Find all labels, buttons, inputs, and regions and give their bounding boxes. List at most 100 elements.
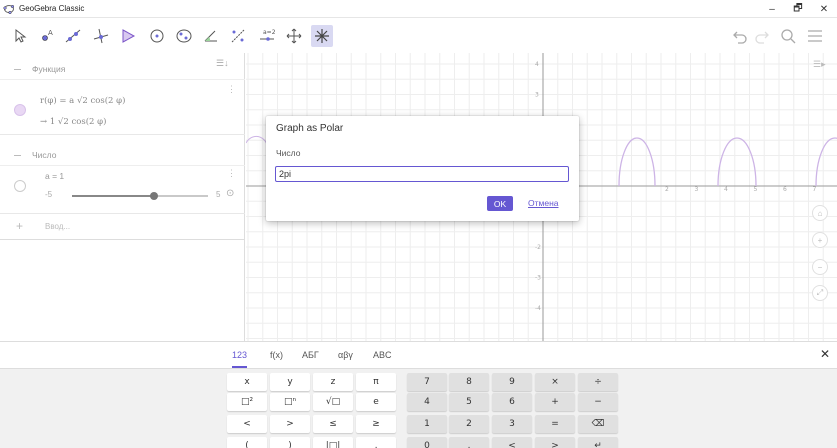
circle-tool-icon[interactable] [146,25,168,47]
keyboard-key[interactable]: ≤ [313,415,353,433]
keyboard-key[interactable]: 1 [407,415,447,433]
line-tool-icon[interactable] [62,25,84,47]
keyboard-key[interactable]: ↵ [578,437,618,448]
sort-icon[interactable]: ☰↓ [216,58,229,69]
polygon-tool-icon[interactable] [117,25,139,47]
keyboard-key[interactable]: 8 [449,373,489,391]
keyboard-key[interactable]: π [356,373,396,391]
cancel-button[interactable]: Отмена [528,198,559,208]
reflect-tool-icon[interactable] [227,25,249,47]
keyboard-key[interactable]: ⌫ [578,415,618,433]
tab-functions[interactable]: f(x) [270,350,283,360]
window-title: GeoGebra Classic [19,4,85,13]
redo-icon[interactable] [751,25,773,47]
section-header-function[interactable]: Функция [0,60,245,80]
keyboard-key[interactable]: + [535,393,575,411]
keyboard-key[interactable]: 9 [492,373,532,391]
keyboard-key[interactable]: 3 [492,415,532,433]
keyboard-key[interactable]: = [535,415,575,433]
move-view-tool-icon[interactable] [283,25,305,47]
ok-button[interactable]: OK [487,196,513,211]
polar-curve-petal [717,137,757,187]
slider-label[interactable]: a = 1 [45,171,64,181]
home-icon[interactable]: ⌂ [812,205,828,221]
keyboard-key[interactable]: 0 [407,437,447,448]
keyboard-key[interactable]: x [227,373,267,391]
menu-icon[interactable] [804,25,826,47]
keyboard-key[interactable]: √□ [313,393,353,411]
keyboard-key[interactable]: 7 [407,373,447,391]
maximize-button[interactable]: 🗗 [785,0,811,18]
keyboard-key[interactable]: 4 [407,393,447,411]
angle-tool-icon[interactable] [200,25,222,47]
polar-curve-petal [618,137,656,187]
slider-fill [72,195,154,197]
undo-icon[interactable] [729,25,751,47]
custom-tool-icon[interactable] [311,25,333,47]
tab-cyrillic[interactable]: АБГ [302,350,319,360]
zoom-out-icon[interactable]: − [812,259,828,275]
keyboard-key[interactable]: 6 [492,393,532,411]
close-keyboard-icon[interactable]: ✕ [820,347,830,361]
window-titlebar: GeoGebra Classic – 🗗 ✕ [0,0,837,18]
fullscreen-icon[interactable]: ⤢ [812,285,828,301]
tab-greek[interactable]: αβγ [338,350,353,360]
conic-tool-icon[interactable] [173,25,195,47]
toolbar: A a=2 [0,19,837,53]
visibility-toggle-icon[interactable] [14,104,26,116]
keyboard-key[interactable]: ≥ [356,415,396,433]
algebra-input[interactable]: Ввод... [45,222,70,231]
keyboard-key[interactable]: y [270,373,310,391]
keyboard-key[interactable]: ) [270,437,310,448]
keyboard-key[interactable]: e [356,393,396,411]
style-bar-icon[interactable]: ☰▸ [813,59,826,70]
tab-123[interactable]: 123 [232,350,248,368]
zoom-in-icon[interactable]: + [812,232,828,248]
keyboard-key[interactable]: |□| [313,437,353,448]
keyboard-key[interactable]: − [578,393,618,411]
x-tick-label: 6 [783,186,787,193]
visibility-toggle-icon[interactable] [14,180,26,192]
polar-curve-petal [246,135,269,149]
keyboard-key[interactable]: > [270,415,310,433]
tab-latin[interactable]: ABC [373,350,392,360]
search-icon[interactable] [777,25,799,47]
perpendicular-tool-icon[interactable] [90,25,112,47]
function-row[interactable]: r(φ) = a √2 cos(2 φ) → 1 √2 cos(2 φ) ⋮ [0,81,245,135]
keyboard-key[interactable]: 5 [449,393,489,411]
section-label: Число [32,150,57,160]
slider-handle[interactable] [149,192,158,200]
section-header-number[interactable]: Число [0,146,245,166]
keyboard-key[interactable]: ÷ [578,373,618,391]
minimize-button[interactable]: – [759,0,785,18]
slider-tool-icon[interactable]: a=2 [256,25,278,47]
slider-row[interactable]: a = 1 -5 5 ⊙ ⋮ [0,165,245,214]
close-window-button[interactable]: ✕ [811,0,837,18]
more-options-icon[interactable]: ⋮ [227,168,236,179]
svg-text:A: A [48,29,53,37]
slider-track[interactable] [72,192,208,200]
more-options-icon[interactable]: ⋮ [227,84,236,95]
keyboard-key[interactable]: ( [227,437,267,448]
keyboard-key[interactable]: , [356,437,396,448]
keyboard-key[interactable]: . [449,437,489,448]
dialog-number-input[interactable]: 2pi [275,166,569,182]
move-tool-icon[interactable] [9,25,31,47]
function-definition[interactable]: r(φ) = a √2 cos(2 φ) [40,96,125,106]
keyboard-key[interactable]: z [313,373,353,391]
x-tick-label: 4 [724,186,728,193]
add-icon[interactable]: + [16,219,23,233]
keyboard-key[interactable]: × [535,373,575,391]
keyboard-key[interactable]: □ⁿ [270,393,310,411]
keyboard-key[interactable]: 2 [449,415,489,433]
dialog-field-label: Число [276,148,301,158]
algebra-input-row[interactable]: + Ввод... [0,214,245,240]
keyboard-key[interactable]: < [227,415,267,433]
point-tool-icon[interactable]: A [36,25,58,47]
keyboard-tabs: 123 f(x) АБГ αβγ ABC ✕ [0,342,837,369]
keyboard-key[interactable]: > [535,437,575,448]
section-label: Функция [32,64,66,74]
keyboard-key[interactable]: < [492,437,532,448]
keyboard-key[interactable]: □² [227,393,267,411]
play-icon[interactable]: ⊙ [226,188,234,199]
